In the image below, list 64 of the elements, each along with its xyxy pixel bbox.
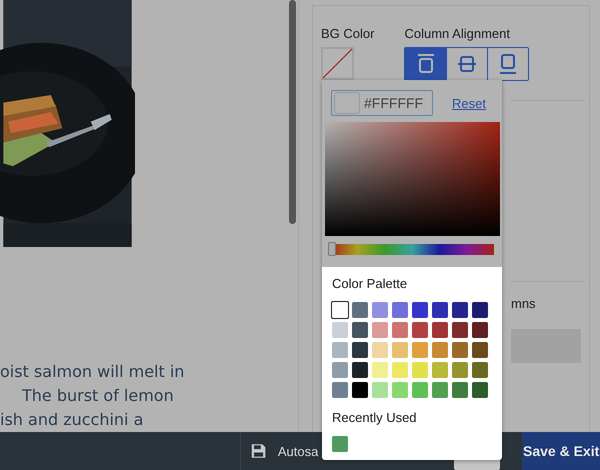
color-swatch[interactable] [472, 322, 488, 338]
color-swatch[interactable] [331, 301, 349, 319]
color-swatch[interactable] [352, 382, 368, 398]
color-swatch[interactable] [412, 322, 428, 338]
color-swatch[interactable] [432, 302, 448, 318]
color-palette-title: Color Palette [332, 276, 408, 291]
article-text-line: oist salmon will melt in [0, 361, 186, 383]
color-swatch[interactable] [452, 362, 468, 378]
color-swatch[interactable] [452, 342, 468, 358]
color-swatch[interactable] [412, 362, 428, 378]
columns-label: mns [511, 296, 537, 311]
color-swatch[interactable] [372, 302, 388, 318]
bg-color-label: BG Color [321, 26, 374, 41]
hex-color-control[interactable]: #FFFFFF [331, 90, 433, 116]
color-swatch[interactable] [352, 302, 368, 318]
align-middle-icon [456, 53, 478, 75]
save-icon [250, 441, 266, 461]
reset-link[interactable]: Reset [452, 96, 486, 110]
scrollbar-thumb[interactable] [288, 0, 296, 224]
color-swatch[interactable] [392, 362, 408, 378]
color-swatch[interactable] [392, 302, 408, 318]
no-color-swatch[interactable] [321, 47, 354, 80]
save-exit-button[interactable]: Save & Exit [522, 432, 600, 470]
color-swatch[interactable] [332, 322, 348, 338]
color-swatch[interactable] [392, 382, 408, 398]
color-swatch[interactable] [372, 342, 388, 358]
color-swatch[interactable] [432, 362, 448, 378]
article-text-line: ish and zucchini a [0, 409, 144, 431]
color-swatch[interactable] [412, 302, 428, 318]
color-swatch[interactable] [332, 362, 348, 378]
alignment-button[interactable] [405, 48, 446, 80]
article-text-line: The burst of lemon [21, 385, 175, 407]
color-swatch[interactable] [452, 322, 468, 338]
color-swatch[interactable] [472, 302, 488, 318]
saturation-picker[interactable] [325, 122, 500, 236]
hue-slider[interactable] [330, 244, 494, 255]
color-swatch[interactable] [472, 342, 488, 358]
color-swatch[interactable] [452, 382, 468, 398]
color-swatch[interactable] [432, 382, 448, 398]
color-swatch[interactable] [352, 322, 368, 338]
color-swatch[interactable] [352, 342, 368, 358]
color-swatch[interactable] [432, 342, 448, 358]
color-swatch[interactable] [332, 436, 348, 452]
alignment-button[interactable] [487, 48, 528, 80]
color-swatch[interactable] [432, 322, 448, 338]
color-swatch[interactable] [452, 302, 468, 318]
color-swatch[interactable] [392, 342, 408, 358]
column-alignment-label: Column Alignment [404, 26, 511, 41]
current-color-swatch [334, 92, 360, 114]
color-swatch[interactable] [372, 382, 388, 398]
hex-input[interactable]: #FFFFFF [364, 95, 432, 111]
hue-slider-thumb[interactable] [328, 242, 336, 256]
color-swatch[interactable] [332, 342, 348, 358]
color-swatch[interactable] [392, 322, 408, 338]
color-swatch[interactable] [472, 382, 488, 398]
color-swatch[interactable] [412, 382, 428, 398]
color-swatch[interactable] [372, 322, 388, 338]
color-swatch[interactable] [372, 362, 388, 378]
recently-used-title: Recently Used [332, 410, 418, 425]
autosave-status: Autosa [278, 444, 318, 458]
color-swatch[interactable] [352, 362, 368, 378]
color-swatch[interactable] [332, 382, 348, 398]
color-swatch[interactable] [412, 342, 428, 358]
color-swatch[interactable] [472, 362, 488, 378]
